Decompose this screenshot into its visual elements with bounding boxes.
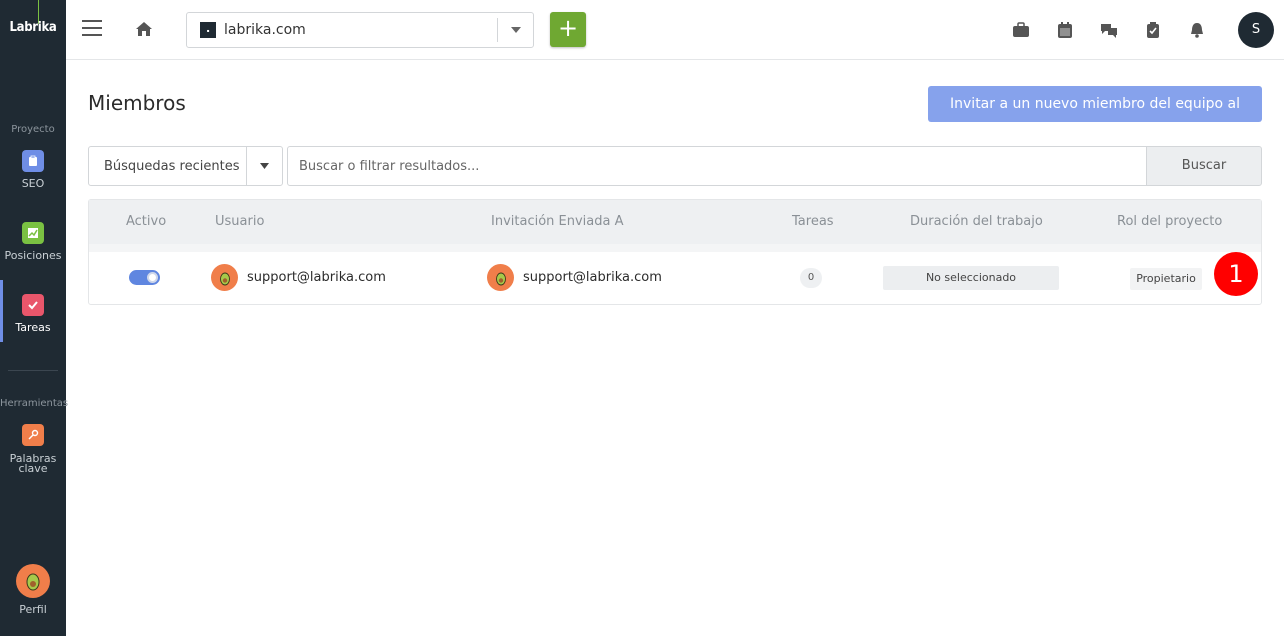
recent-searches-label: Búsquedas recientes — [104, 158, 240, 174]
column-header-tasks[interactable]: Tareas — [792, 214, 834, 229]
calendar-icon[interactable] — [1056, 21, 1074, 39]
sidebar-item-label: Palabras clave — [9, 452, 57, 475]
table-header: Activo Usuario Invitación Enviada A Tare… — [89, 200, 1261, 244]
app-logo[interactable]: Labrika — [0, 20, 66, 35]
add-button[interactable]: + — [550, 12, 586, 47]
invite-member-button[interactable]: Invitar a un nuevo miembro del equipo al… — [928, 86, 1262, 148]
column-header-role[interactable]: Rol del proyecto — [1117, 214, 1222, 229]
sidebar-item-positions[interactable]: Posiciones — [0, 222, 66, 261]
top-icons — [1012, 21, 1206, 39]
section-label-project: Proyecto — [11, 124, 55, 135]
clipboard-icon — [22, 150, 44, 172]
column-header-active[interactable]: Activo — [126, 214, 166, 229]
chart-icon — [22, 222, 44, 244]
search-button[interactable]: Buscar — [1146, 146, 1262, 186]
check-icon — [22, 294, 44, 316]
tasks-count: 0 — [800, 268, 822, 288]
site-favicon-icon: ▪ — [200, 22, 216, 38]
recent-searches-dropdown[interactable]: Búsquedas recientes — [88, 146, 283, 186]
bell-icon[interactable] — [1188, 21, 1206, 39]
menu-icon[interactable] — [82, 20, 102, 36]
sidebar-item-keywords[interactable]: Palabras clave — [0, 424, 66, 474]
caret-down-icon[interactable] — [246, 146, 282, 186]
top-bar: ▪ labrika.com + S — [66, 0, 1284, 60]
sidebar-item-tasks[interactable]: Tareas — [0, 280, 66, 342]
clipboard-check-icon[interactable] — [1144, 21, 1162, 39]
key-icon — [22, 424, 44, 446]
header-separator — [89, 244, 1261, 252]
briefcase-icon[interactable] — [1012, 21, 1030, 39]
sidebar-profile[interactable]: Perfil — [0, 564, 66, 615]
sidebar-item-seo[interactable]: SEO — [0, 150, 66, 189]
sidebar: Labrika Proyecto SEO Posiciones Tareas H… — [0, 0, 69, 636]
sidebar-item-label: Perfil — [19, 603, 47, 616]
sidebar-item-label: Posiciones — [4, 249, 62, 262]
home-icon[interactable] — [134, 19, 154, 43]
duration-select[interactable]: No seleccionado — [883, 266, 1059, 290]
table-row: support@labrika.com support@labrika.com … — [89, 252, 1261, 305]
sidebar-item-label: SEO — [21, 177, 45, 190]
column-header-user[interactable]: Usuario — [215, 214, 264, 229]
active-toggle[interactable] — [129, 270, 160, 285]
page-title: Miembros — [88, 91, 186, 115]
chevron-down-icon[interactable] — [497, 18, 533, 42]
search-input[interactable] — [287, 146, 1147, 186]
invited-email: support@labrika.com — [523, 270, 662, 285]
site-name: labrika.com — [224, 22, 306, 38]
column-header-duration[interactable]: Duración del trabajo — [910, 214, 1043, 229]
sidebar-item-label: Tareas — [15, 321, 51, 334]
section-label-tools: Herramientas — [0, 398, 69, 409]
step-marker-badge: 1 — [1214, 252, 1258, 296]
user-email: support@labrika.com — [247, 270, 386, 285]
chat-icon[interactable] — [1100, 21, 1118, 39]
user-avatar[interactable]: S — [1238, 12, 1274, 48]
site-selector[interactable]: ▪ labrika.com — [186, 12, 534, 48]
avocado-avatar-icon — [16, 564, 50, 598]
column-header-invited[interactable]: Invitación Enviada A — [491, 214, 624, 229]
role-badge: Propietario — [1130, 268, 1202, 290]
avocado-avatar-icon — [487, 264, 514, 291]
sidebar-divider — [8, 370, 58, 371]
members-table: Activo Usuario Invitación Enviada A Tare… — [88, 199, 1262, 305]
avocado-avatar-icon — [211, 264, 238, 291]
